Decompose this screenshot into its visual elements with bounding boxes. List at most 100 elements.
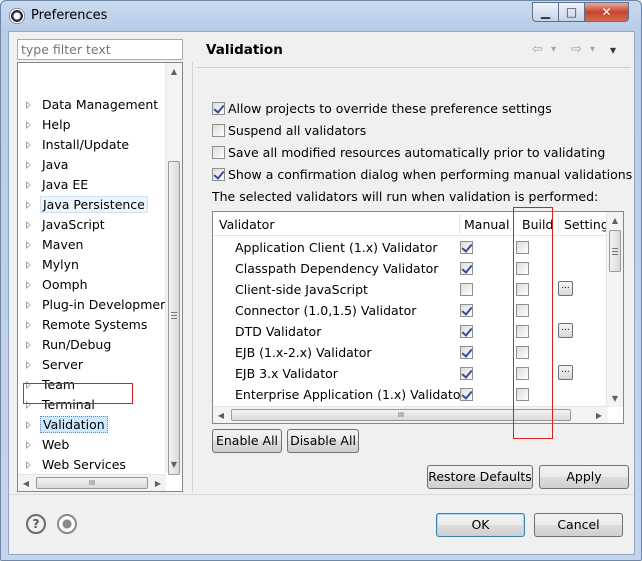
- expand-arrow-icon[interactable]: [26, 101, 31, 109]
- expand-arrow-icon[interactable]: [26, 181, 31, 189]
- scroll-right-arrow-icon[interactable]: ▶: [150, 475, 166, 491]
- checkbox-allow-override[interactable]: [212, 102, 225, 115]
- forward-arrow-icon[interactable]: ⇨: [571, 42, 582, 57]
- tree-item-maven[interactable]: Maven: [18, 235, 168, 255]
- manual-checkbox[interactable]: [460, 241, 473, 254]
- preference-tree[interactable]: Data Management Help Install/Update Java Jav…: [17, 62, 183, 492]
- tree-item-run-debug[interactable]: Run/Debug: [18, 335, 168, 355]
- tree-hscroll-thumb[interactable]: III: [36, 477, 148, 489]
- tree-item-javascript[interactable]: JavaScript: [18, 215, 168, 235]
- tree-item-java-persistence[interactable]: Java Persistence: [18, 195, 168, 215]
- validators-table[interactable]: Validator Manual Build Setting Applicati…: [212, 211, 624, 424]
- manual-checkbox[interactable]: [460, 367, 473, 380]
- table-scroll-down-arrow-icon[interactable]: ▼: [607, 390, 623, 407]
- tree-item-java-ee[interactable]: Java EE: [18, 175, 168, 195]
- validator-settings-button[interactable]: ...: [558, 365, 573, 380]
- expand-arrow-icon[interactable]: [26, 201, 31, 209]
- pane-divider[interactable]: [192, 62, 193, 492]
- expand-arrow-icon[interactable]: [26, 341, 31, 349]
- title-bar[interactable]: Preferences ▁ □ ✕: [1, 1, 641, 31]
- expand-arrow-icon[interactable]: [26, 241, 31, 249]
- close-button[interactable]: ✕: [584, 2, 629, 22]
- validator-settings-button[interactable]: ...: [558, 323, 573, 338]
- expand-arrow-icon[interactable]: [26, 221, 31, 229]
- scroll-left-arrow-icon[interactable]: ◀: [18, 475, 34, 491]
- manual-checkbox[interactable]: [460, 388, 473, 401]
- table-scroll-thumb[interactable]: [609, 230, 621, 272]
- tree-item-label: Help: [42, 117, 71, 132]
- scroll-down-arrow-icon[interactable]: ▼: [166, 456, 182, 473]
- filter-input[interactable]: [17, 39, 183, 60]
- tree-item-install-update[interactable]: Install/Update: [18, 135, 168, 155]
- help-icon[interactable]: ?: [26, 514, 46, 534]
- manual-checkbox[interactable]: [460, 325, 473, 338]
- tree-item-label: Run/Debug: [42, 337, 112, 352]
- tree-item-label: Mylyn: [42, 257, 79, 272]
- expand-arrow-icon[interactable]: [26, 321, 31, 329]
- expand-arrow-icon[interactable]: [26, 281, 31, 289]
- ok-button[interactable]: OK: [436, 513, 525, 537]
- tree-item-data-management[interactable]: Data Management: [18, 95, 168, 115]
- manual-checkbox[interactable]: [460, 346, 473, 359]
- tree-vertical-scrollbar[interactable]: ▲ ▼: [165, 63, 182, 475]
- manual-checkbox[interactable]: [460, 262, 473, 275]
- manual-checkbox[interactable]: [460, 304, 473, 317]
- suspend-all-label: Suspend all validators: [228, 123, 367, 138]
- table-scroll-up-arrow-icon[interactable]: ▲: [607, 212, 623, 229]
- apply-button[interactable]: Apply: [539, 465, 629, 489]
- tree-horizontal-scrollbar[interactable]: ◀ III ▶: [18, 474, 166, 491]
- expand-arrow-icon[interactable]: [26, 161, 31, 169]
- expand-arrow-icon[interactable]: [26, 301, 31, 309]
- view-menu-icon[interactable]: ▾: [610, 43, 616, 57]
- tree-scroll-thumb[interactable]: [168, 161, 180, 475]
- minimize-button[interactable]: ▁: [532, 2, 559, 22]
- tree-item-java[interactable]: Java: [18, 155, 168, 175]
- expand-arrow-icon[interactable]: [26, 461, 31, 469]
- maximize-button[interactable]: □: [558, 2, 585, 22]
- footer-separator: [9, 494, 634, 495]
- checkbox-suspend-all[interactable]: [212, 124, 225, 137]
- validator-settings-button[interactable]: ...: [558, 281, 573, 296]
- allow-override-label: Allow projects to override these prefere…: [228, 101, 552, 116]
- expand-arrow-icon[interactable]: [26, 141, 31, 149]
- tree-item-plug-in-development[interactable]: Plug-in Development: [18, 295, 173, 315]
- tree-item-server[interactable]: Server: [18, 355, 168, 375]
- validators-info-text: The selected validators will run when va…: [212, 189, 599, 204]
- tree-item-validation[interactable]: Validation: [18, 415, 168, 435]
- tree-item-web[interactable]: Web: [18, 435, 168, 455]
- back-arrow-icon[interactable]: ⇦: [532, 42, 543, 57]
- table-scroll-right-arrow-icon[interactable]: ▶: [591, 407, 607, 423]
- scroll-up-arrow-icon[interactable]: ▲: [166, 63, 182, 80]
- table-scroll-left-arrow-icon[interactable]: ◀: [213, 407, 229, 423]
- expand-arrow-icon[interactable]: [26, 261, 31, 269]
- column-header-manual[interactable]: Manual: [464, 217, 509, 232]
- eclipse-app-icon: [9, 8, 25, 24]
- forward-menu-icon[interactable]: ▾: [590, 44, 595, 55]
- expand-arrow-icon[interactable]: [26, 441, 31, 449]
- validator-name: Client-side JavaScript: [235, 282, 368, 297]
- build-column-highlight-box: [513, 207, 553, 439]
- tree-item-help[interactable]: Help: [18, 115, 168, 135]
- column-header-settings[interactable]: Setting: [564, 217, 609, 232]
- tree-item-oomph[interactable]: Oomph: [18, 275, 168, 295]
- tree-item-web-services[interactable]: Web Services: [18, 455, 168, 475]
- restore-defaults-button[interactable]: Restore Defaults: [427, 465, 533, 489]
- checkbox-show-confirmation[interactable]: [212, 168, 225, 181]
- cancel-button[interactable]: Cancel: [534, 513, 623, 537]
- tree-item-label: Install/Update: [42, 137, 130, 152]
- manual-checkbox[interactable]: [460, 283, 473, 296]
- tree-item-label: Web: [42, 437, 70, 452]
- back-menu-icon[interactable]: ▾: [551, 44, 556, 55]
- tree-item-label: Oomph: [42, 277, 88, 292]
- expand-arrow-icon[interactable]: [26, 121, 31, 129]
- expand-arrow-icon[interactable]: [26, 361, 31, 369]
- checkbox-save-modified[interactable]: [212, 146, 225, 159]
- record-macro-icon[interactable]: [57, 514, 77, 534]
- expand-arrow-icon[interactable]: [26, 421, 31, 429]
- table-vertical-scrollbar[interactable]: ▲ ▼: [606, 212, 623, 407]
- tree-item-remote-systems[interactable]: Remote Systems: [18, 315, 168, 335]
- column-header-validator[interactable]: Validator: [219, 217, 274, 232]
- enable-all-button[interactable]: Enable All: [212, 429, 282, 453]
- disable-all-button[interactable]: Disable All: [287, 429, 359, 453]
- tree-item-mylyn[interactable]: Mylyn: [18, 255, 168, 275]
